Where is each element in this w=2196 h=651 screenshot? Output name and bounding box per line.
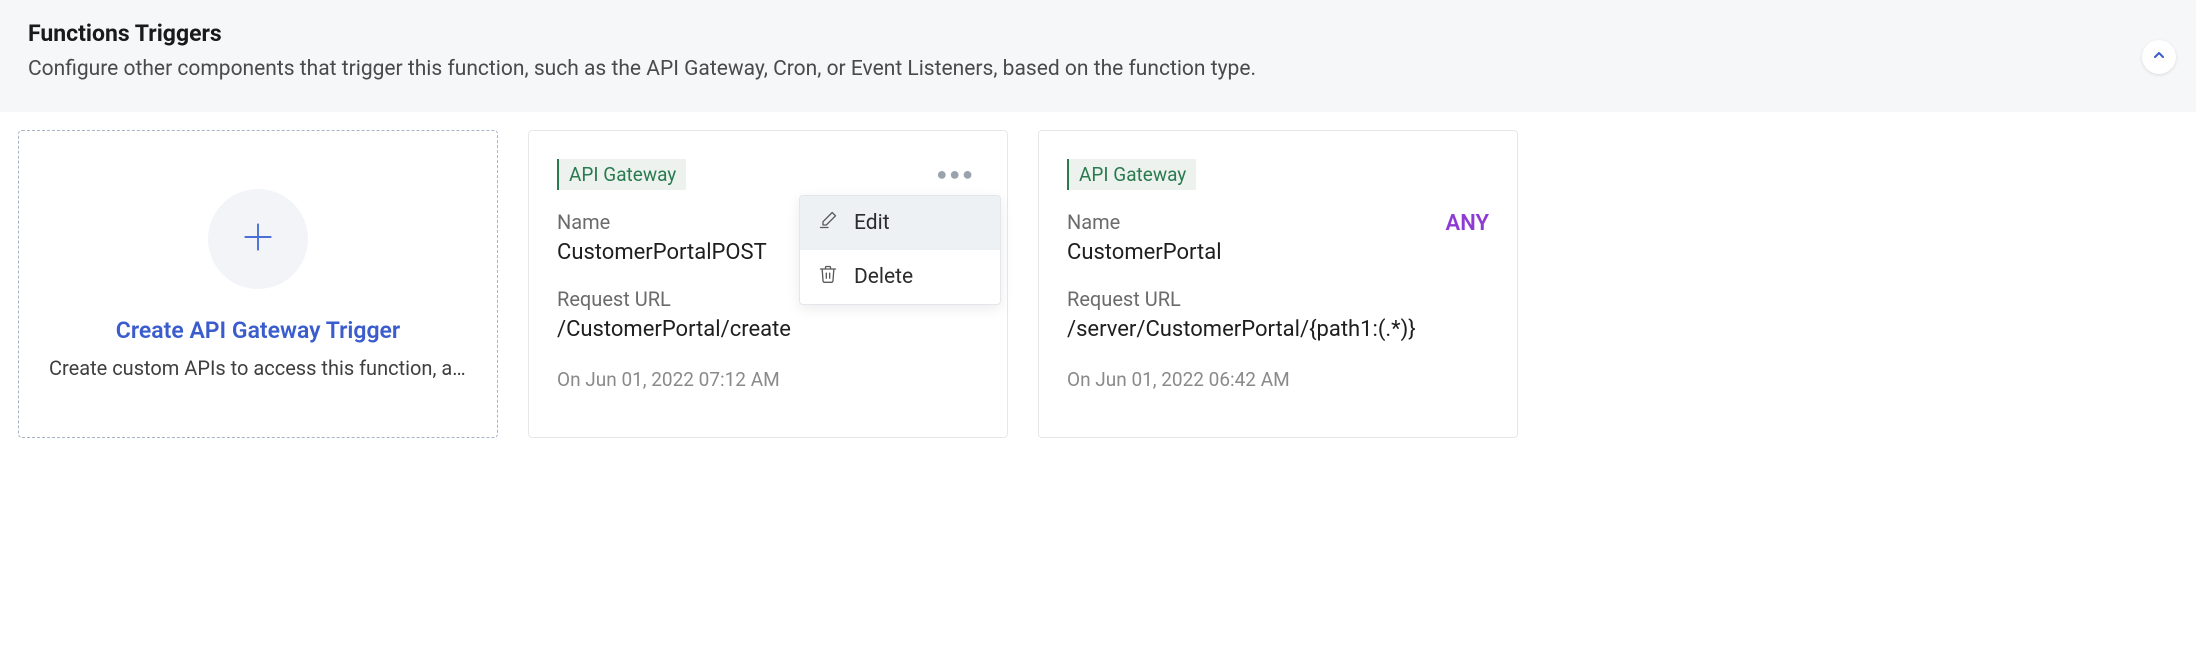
collapse-button[interactable] <box>2142 40 2176 74</box>
trash-icon <box>818 264 838 290</box>
card-more-button[interactable]: ●●● <box>932 160 979 189</box>
section-header: Functions Triggers Configure other compo… <box>0 0 2196 112</box>
trigger-card: API Gateway Name CustomerPortal ANY Requ… <box>1038 130 1518 438</box>
delete-label: Delete <box>854 265 913 289</box>
card-actions-menu: Edit Delete <box>799 195 1001 305</box>
create-trigger-title: Create API Gateway Trigger <box>116 317 400 344</box>
url-label: Request URL <box>1067 287 1489 311</box>
section-title: Functions Triggers <box>28 20 2168 47</box>
api-gateway-tag: API Gateway <box>557 159 686 190</box>
create-trigger-card[interactable]: Create API Gateway Trigger Create custom… <box>18 130 498 438</box>
delete-menu-item[interactable]: Delete <box>800 250 1000 304</box>
section-description: Configure other components that trigger … <box>28 55 2168 84</box>
edit-menu-item[interactable]: Edit <box>800 196 1000 250</box>
triggers-grid: Create API Gateway Trigger Create custom… <box>0 112 2196 456</box>
plus-icon <box>239 218 277 260</box>
trigger-timestamp: On Jun 01, 2022 06:42 AM <box>1067 368 1489 391</box>
trigger-card: API Gateway ●●● Name CustomerPortalPOST … <box>528 130 1008 438</box>
chevron-up-icon <box>2151 47 2167 67</box>
name-label: Name <box>1067 210 1222 234</box>
api-gateway-tag: API Gateway <box>1067 159 1196 190</box>
trigger-url: /server/CustomerPortal/{path1:(.*)} <box>1067 317 1489 342</box>
edit-label: Edit <box>854 211 890 235</box>
plus-circle <box>208 189 308 289</box>
trigger-url: /CustomerPortal/create <box>557 317 979 342</box>
create-trigger-description: Create custom APIs to access this functi… <box>49 356 467 380</box>
http-method-badge: ANY <box>1446 211 1489 236</box>
trigger-timestamp: On Jun 01, 2022 07:12 AM <box>557 368 979 391</box>
trigger-name: CustomerPortal <box>1067 240 1222 265</box>
edit-icon <box>818 210 838 236</box>
more-horizontal-icon: ●●● <box>936 164 975 185</box>
